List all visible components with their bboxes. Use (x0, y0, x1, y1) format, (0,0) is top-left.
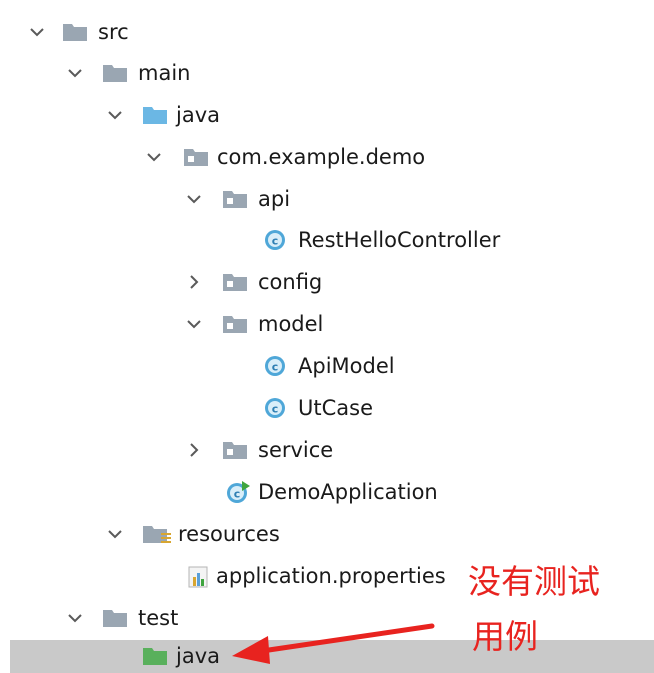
test-source-folder-icon (142, 646, 167, 666)
tree-node-label: RestHelloController (298, 228, 501, 252)
tree-node-label: test (138, 606, 179, 630)
svg-text:c: c (272, 403, 279, 416)
annotation-line-1: 没有测试 (468, 562, 600, 601)
resources-folder-icon (142, 524, 172, 544)
tree-node-label: DemoApplication (258, 480, 438, 504)
folder-icon (62, 22, 87, 42)
tree-node-label: config (258, 270, 323, 294)
svg-text:c: c (272, 361, 279, 374)
tree-node-label: api (258, 187, 291, 211)
tree-node-label: ApiModel (298, 354, 395, 378)
tree-row-src[interactable]: src (0, 14, 654, 50)
annotation-line-2: 用例 (472, 617, 538, 656)
tree-row-main[interactable]: main (0, 55, 654, 91)
chevron-down-icon[interactable] (143, 139, 165, 175)
tree-node-label: model (258, 312, 324, 336)
tree-row-test[interactable]: test (0, 600, 654, 636)
folder-icon (102, 608, 127, 628)
chevron-down-icon[interactable] (183, 306, 205, 342)
tree-node-label: resources (178, 522, 280, 546)
chevron-down-icon[interactable] (104, 97, 126, 133)
tree-node-label: application.properties (216, 564, 446, 588)
tree-row-api[interactable]: api (0, 181, 654, 217)
chevron-down-icon[interactable] (64, 55, 86, 91)
svg-text:c: c (234, 488, 241, 501)
tree-row-package-root[interactable]: com.example.demo (0, 139, 654, 175)
tree-row-demoapplication[interactable]: c DemoApplication (0, 474, 654, 510)
package-icon (183, 147, 208, 167)
package-icon (222, 272, 247, 292)
tree-node-label: service (258, 438, 334, 462)
package-icon (222, 189, 247, 209)
tree-node-label: src (98, 20, 129, 44)
package-icon (222, 440, 247, 460)
chevron-down-icon[interactable] (26, 14, 48, 50)
tree-row-resources[interactable]: resources (0, 516, 654, 552)
tree-row-service[interactable]: service (0, 432, 654, 468)
svg-text:c: c (272, 235, 279, 248)
chevron-down-icon[interactable] (64, 600, 86, 636)
tree-node-label: UtCase (298, 396, 373, 420)
tree-node-label: com.example.demo (217, 145, 426, 169)
tree-row-config[interactable]: config (0, 264, 654, 300)
properties-file-icon (186, 563, 212, 589)
tree-node-label: java (176, 644, 220, 668)
package-icon (222, 314, 247, 334)
class-icon: c (264, 229, 286, 251)
selection-highlight (10, 640, 654, 673)
chevron-down-icon[interactable] (183, 181, 205, 217)
tree-row-resthellocontroller[interactable]: c RestHelloController (0, 222, 654, 258)
class-icon: c (264, 397, 286, 419)
chevron-down-icon[interactable] (104, 516, 126, 552)
class-icon: c (264, 355, 286, 377)
tree-row-utcase[interactable]: c UtCase (0, 390, 654, 426)
spring-boot-class-icon: c (226, 480, 252, 504)
tree-row-java-test[interactable]: java (0, 640, 654, 673)
tree-row-model[interactable]: model (0, 306, 654, 342)
tree-row-java-main[interactable]: java (0, 97, 654, 133)
source-folder-icon (142, 105, 167, 125)
chevron-right-icon[interactable] (183, 432, 205, 468)
tree-node-label: main (138, 61, 191, 85)
folder-icon (102, 63, 127, 83)
tree-node-label: java (176, 103, 220, 127)
chevron-right-icon[interactable] (183, 264, 205, 300)
tree-row-apimodel[interactable]: c ApiModel (0, 348, 654, 384)
